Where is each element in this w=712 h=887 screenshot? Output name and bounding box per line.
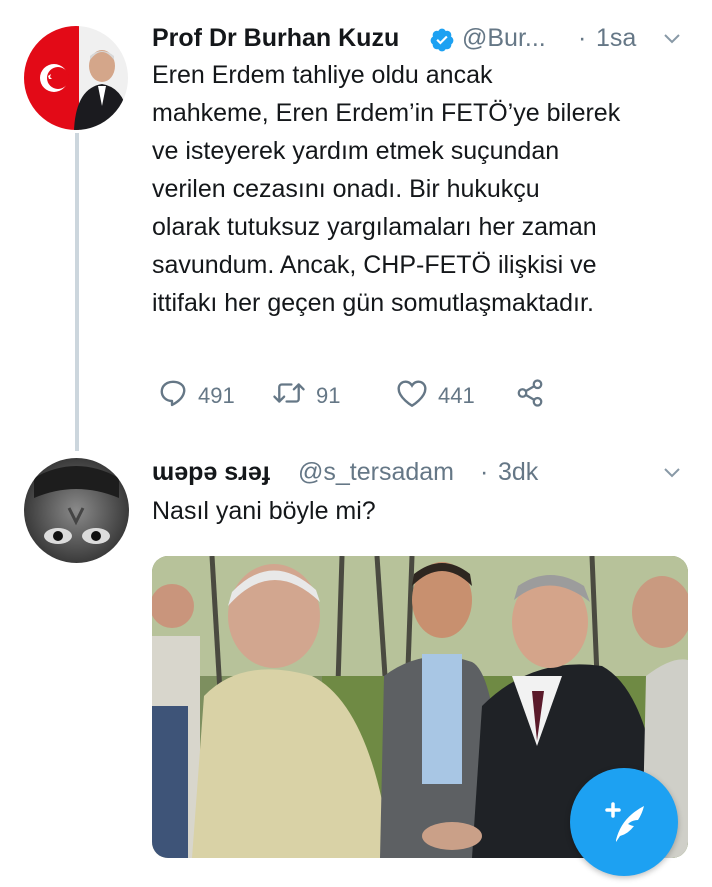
chevron-down-icon[interactable] [664, 32, 680, 46]
tweet-line: olarak tutuksuz yargılamaları her zaman [152, 213, 597, 241]
timestamp[interactable]: 3dk [498, 458, 538, 487]
thread-line [75, 133, 79, 451]
retweet-button[interactable]: 91 [272, 379, 340, 413]
reply-icon [158, 378, 198, 414]
reply-button[interactable]: 491 [158, 379, 235, 413]
tweet-line: ittifakı her geçen gün somutlaşmaktadır. [152, 289, 594, 317]
tweet-text: Eren Erdem tahliye oldu ancak mahkeme, E… [152, 56, 697, 322]
display-name[interactable]: Prof Dr Burhan Kuzu [152, 24, 399, 53]
avatar[interactable] [24, 458, 129, 563]
handle[interactable]: @Bur... [462, 24, 546, 53]
handle[interactable]: @s_tersadam [298, 458, 454, 487]
tweet-text: Nasıl yani böyle mi? [152, 497, 376, 525]
like-count: 441 [438, 383, 475, 408]
avatar[interactable] [24, 26, 128, 130]
like-button[interactable]: 441 [396, 379, 475, 413]
tweet-line: Eren Erdem tahliye oldu ancak [152, 61, 493, 89]
tweet-line: ve isteyerek yardım etmek suçundan [152, 137, 560, 165]
display-name[interactable]: ɯǝpǝ sɹǝɟ [152, 458, 270, 487]
separator-dot: · [480, 458, 489, 486]
tweet-line: mahkeme, Eren Erdem’in FETÖ’ye bilerek [152, 99, 621, 127]
tweet-line: savundum. Ancak, CHP-FETÖ ilişkisi ve [152, 251, 597, 279]
timestamp[interactable]: 1sa [596, 24, 636, 53]
chevron-down-icon[interactable] [664, 466, 680, 480]
tweet-line: verilen cezasını onadı. Bir hukukçu [152, 175, 540, 203]
retweet-count: 91 [316, 383, 341, 408]
verified-badge-icon [429, 27, 455, 53]
share-icon [514, 378, 556, 414]
retweet-icon [272, 378, 316, 414]
separator-dot: · [578, 24, 587, 52]
like-icon [396, 378, 438, 414]
share-button[interactable] [514, 379, 556, 413]
compose-tweet-button[interactable] [570, 768, 678, 876]
compose-tweet-icon [598, 796, 650, 853]
reply-count: 491 [198, 383, 235, 408]
